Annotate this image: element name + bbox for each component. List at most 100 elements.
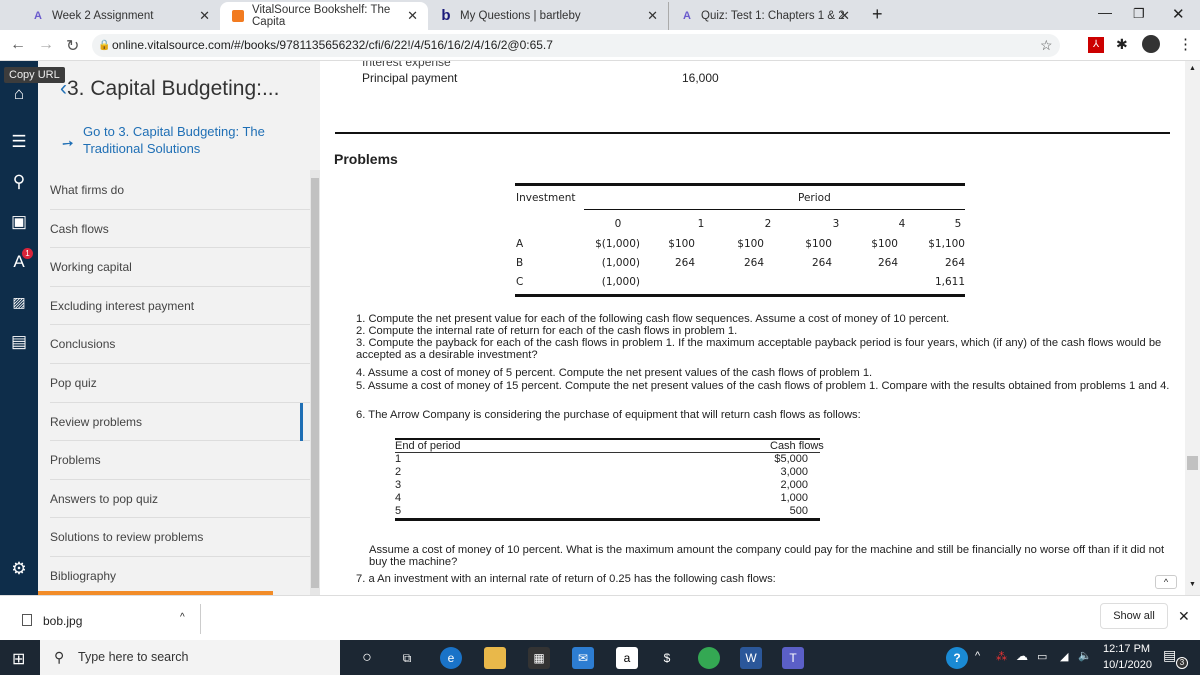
back-icon[interactable]: ←	[10, 36, 26, 54]
table-cell: 264	[674, 257, 695, 269]
volume-icon[interactable]: 🔈	[1078, 649, 1092, 662]
file-explorer-icon[interactable]	[484, 647, 506, 669]
au-logo-icon: A	[683, 10, 691, 22]
period-header: 5	[954, 218, 962, 230]
new-tab-button[interactable]: +	[872, 4, 883, 25]
table-cell: $100	[737, 238, 764, 250]
table-cell: $1,100	[928, 238, 965, 250]
forward-icon[interactable]: →	[38, 36, 54, 54]
toc-item-pop-quiz[interactable]: Pop quiz	[50, 364, 312, 403]
clock-date[interactable]: 10/1/2020	[1103, 659, 1152, 671]
close-tab-icon[interactable]: ✕	[407, 8, 418, 24]
search-icon: ⚲	[54, 649, 65, 665]
onedrive-icon[interactable]: ☁	[1016, 649, 1028, 663]
profile-avatar[interactable]	[1142, 35, 1160, 53]
windows-start-icon[interactable]: ⊞	[12, 649, 25, 669]
show-all-button[interactable]: Show all	[1100, 603, 1168, 629]
cortana-icon[interactable]: ○	[356, 647, 378, 669]
teams-icon[interactable]: T	[782, 647, 804, 669]
word-icon[interactable]: W	[740, 647, 762, 669]
sidebar-scrollbar[interactable]	[310, 170, 320, 595]
wifi-icon[interactable]: ◢	[1060, 650, 1068, 663]
close-tab-icon[interactable]: ✕	[839, 8, 850, 24]
chapter-title[interactable]: ‹3. Capital Budgeting:...	[60, 77, 279, 101]
notebook-icon[interactable]: ▤	[8, 331, 30, 353]
problem-2: 2. Compute the internal rate of return f…	[356, 325, 738, 337]
toc-item-review-problems[interactable]: Review problems	[50, 403, 312, 442]
table-cell: $100	[871, 238, 898, 250]
close-tab-icon[interactable]: ✕	[199, 8, 210, 24]
search-placeholder: Type here to search	[78, 650, 189, 664]
scroll-up-button[interactable]: ^	[1155, 575, 1177, 589]
url-text: online.vitalsource.com/#/books/978113565…	[112, 38, 553, 52]
flashcards-icon[interactable]: ▣	[8, 211, 30, 233]
table-cell: (1,000)	[601, 276, 640, 288]
pdf-extension-icon[interactable]: ⅄	[1088, 37, 1104, 53]
tab-quiz[interactable]: A Quiz: Test 1: Chapters 1 & 2 ✕	[668, 2, 860, 30]
tab-title: VitalSource Bookshelf: The Capita	[252, 4, 391, 28]
mail-icon[interactable]: ✉	[572, 647, 594, 669]
toc-item-conclusions[interactable]: Conclusions	[50, 325, 312, 364]
close-download-bar-icon[interactable]: ✕	[1178, 608, 1190, 625]
goto-chapter-link[interactable]: Go to 3. Capital Budgeting: The Traditio…	[83, 123, 293, 157]
table-cell: 1,611	[934, 276, 965, 288]
url-input[interactable]: 🔒 online.vitalsource.com/#/books/9781135…	[92, 34, 1060, 57]
star-icon[interactable]: ☆	[1040, 37, 1053, 54]
period-header: 3	[832, 218, 840, 230]
problem-7: 7. a An investment with an internal rate…	[356, 573, 776, 585]
content-scrollbar[interactable]: ▲ ▼	[1185, 61, 1200, 595]
period-header: 4	[898, 218, 906, 230]
toc-item-problems[interactable]: Problems	[50, 441, 312, 480]
problem-3: 3. Compute the payback for each of the c…	[356, 337, 1162, 361]
toc-item-working-capital[interactable]: Working capital	[50, 248, 312, 287]
chevron-up-icon[interactable]: ^	[180, 612, 185, 623]
minimize-button[interactable]: —	[1098, 4, 1112, 20]
store-icon[interactable]: ▦	[528, 647, 550, 669]
help-icon[interactable]: ?	[946, 647, 968, 669]
scroll-up-arrow-icon[interactable]: ▲	[1189, 65, 1196, 72]
app-tray-icon[interactable]: ⁂	[996, 650, 1007, 663]
battery-icon[interactable]: ▭	[1037, 650, 1047, 663]
windows-taskbar: ⊞ ⚲ Type here to search ○ ⧉ e ▦ ✉ a $ W …	[0, 640, 1200, 675]
notification-count: 3	[1176, 657, 1188, 669]
toc-item-bibliography[interactable]: Bibliography	[50, 557, 312, 596]
toc-item-solutions[interactable]: Solutions to review problems	[50, 518, 312, 557]
toc-item-cash-flows[interactable]: Cash flows	[50, 210, 312, 249]
table-rule	[584, 209, 965, 210]
amazon-icon[interactable]: a	[616, 647, 638, 669]
tab-vitalsource[interactable]: VitalSource Bookshelf: The Capita ✕	[220, 2, 428, 30]
download-filename[interactable]: bob.jpg	[43, 614, 82, 628]
bartleby-b-icon: b	[441, 7, 451, 24]
close-tab-icon[interactable]: ✕	[647, 8, 658, 24]
extensions-icon[interactable]: ✱	[1116, 36, 1128, 53]
principal-label: Principal payment	[362, 71, 458, 85]
scroll-thumb[interactable]	[311, 178, 319, 588]
taskbar-search-input[interactable]: ⚲ Type here to search	[40, 640, 340, 675]
search-icon[interactable]: ⚲	[8, 171, 30, 193]
task-view-icon[interactable]: ⧉	[396, 647, 418, 669]
home-icon[interactable]: ⌂	[8, 83, 30, 105]
toc-item-excluding-interest[interactable]: Excluding interest payment	[50, 287, 312, 326]
scroll-thumb[interactable]	[1187, 456, 1198, 470]
principal-value: 16,000	[682, 71, 719, 85]
menu-icon[interactable]: ⋮	[1178, 35, 1193, 53]
chrome-icon[interactable]	[698, 647, 720, 669]
investment-name: C	[516, 276, 524, 288]
show-hidden-icons[interactable]: ^	[975, 650, 980, 662]
app-icon[interactable]: $	[656, 647, 678, 669]
toc-icon[interactable]: ☰	[8, 131, 30, 153]
close-window-button[interactable]: ✕	[1172, 5, 1185, 23]
settings-gear-icon[interactable]: ⚙	[8, 558, 30, 580]
restore-button[interactable]: ❐	[1133, 6, 1145, 22]
edge-icon[interactable]: e	[440, 647, 462, 669]
clock-time[interactable]: 12:17 PM	[1103, 643, 1150, 655]
tab-week2[interactable]: A Week 2 Assignment ✕	[20, 2, 220, 30]
table-cell: 264	[944, 257, 965, 269]
toc-item-what-firms-do[interactable]: What firms do	[50, 171, 312, 210]
tab-bartleby[interactable]: b My Questions | bartleby ✕	[428, 2, 668, 30]
scroll-down-arrow-icon[interactable]: ▼	[1189, 581, 1196, 588]
toc-item-answers[interactable]: Answers to pop quiz	[50, 480, 312, 519]
image-icon[interactable]: ▨	[8, 291, 30, 313]
action-center-icon[interactable]: ▤	[1163, 647, 1176, 664]
reload-icon[interactable]: ↻	[66, 36, 79, 56]
